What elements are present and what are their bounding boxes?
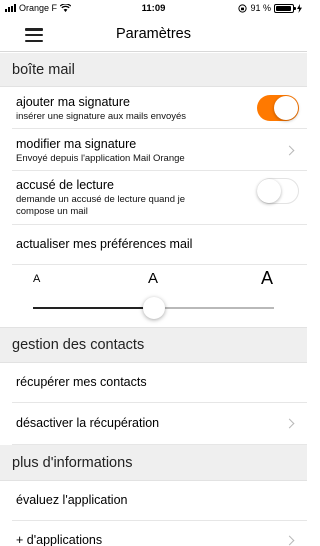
disable-recovery-title: désactiver la récupération (16, 416, 160, 430)
orientation-lock-icon (238, 3, 248, 13)
add-signature-title: ajouter ma signature (16, 95, 130, 109)
font-size-slider-fill (33, 307, 154, 309)
disable-recovery-row[interactable]: désactiver la récupération (12, 403, 307, 445)
chevron-right-icon (284, 535, 295, 546)
status-right: 91 % (238, 3, 302, 13)
toggle-knob (274, 96, 298, 120)
section-header-mail: boîte mail (0, 53, 307, 87)
modify-signature-subtitle: Envoyé depuis l'application Mail Orange (16, 153, 185, 164)
add-signature-toggle[interactable] (257, 95, 299, 121)
chevron-right-icon (284, 418, 295, 429)
recover-contacts-title: récupérer mes contacts (16, 375, 147, 389)
update-preferences-row[interactable]: actualiser mes préférences mail (12, 225, 307, 265)
read-receipt-toggle[interactable] (257, 178, 299, 204)
status-bar: Orange F 11:09 91 % (0, 0, 307, 18)
read-receipt-row: accusé de lecture demande un accusé de l… (12, 171, 307, 225)
recover-contacts-row[interactable]: récupérer mes contacts (12, 363, 307, 403)
add-signature-subtitle: insérer une signature aux mails envoyés (16, 111, 187, 122)
font-size-small-label: A (33, 273, 41, 285)
read-receipt-subtitle-line1: demande un accusé de lecture quand je (16, 194, 186, 205)
rate-app-title: évaluez l'application (16, 493, 128, 507)
font-size-large-label: A (261, 268, 274, 288)
modify-signature-row[interactable]: modifier ma signature Envoyé depuis l'ap… (12, 129, 307, 171)
read-receipt-title: accusé de lecture (16, 178, 114, 192)
toggle-knob (257, 178, 281, 203)
more-apps-row[interactable]: + d'applications (12, 521, 307, 546)
font-size-medium-label: A (148, 270, 159, 287)
battery-fill (276, 5, 291, 11)
modify-signature-title: modifier ma signature (16, 137, 137, 151)
charging-bolt-icon (297, 3, 302, 13)
read-receipt-subtitle-line2: compose un mail (16, 206, 88, 217)
section-header-info: plus d'informations (0, 445, 307, 481)
chevron-right-icon (284, 145, 295, 156)
rate-app-row[interactable]: évaluez l'application (12, 481, 307, 521)
font-size-slider-thumb[interactable] (142, 297, 165, 319)
battery-icon (274, 3, 296, 13)
add-signature-row: ajouter ma signature insérer une signatu… (12, 87, 307, 129)
more-apps-title: + d'applications (16, 533, 103, 546)
page-title: Paramètres (116, 26, 191, 42)
update-preferences-title: actualiser mes préférences mail (16, 237, 193, 251)
section-header-contacts: gestion des contacts (0, 327, 307, 363)
nav-bar: Paramètres (0, 18, 307, 52)
battery-percent: 91 % (250, 3, 271, 13)
